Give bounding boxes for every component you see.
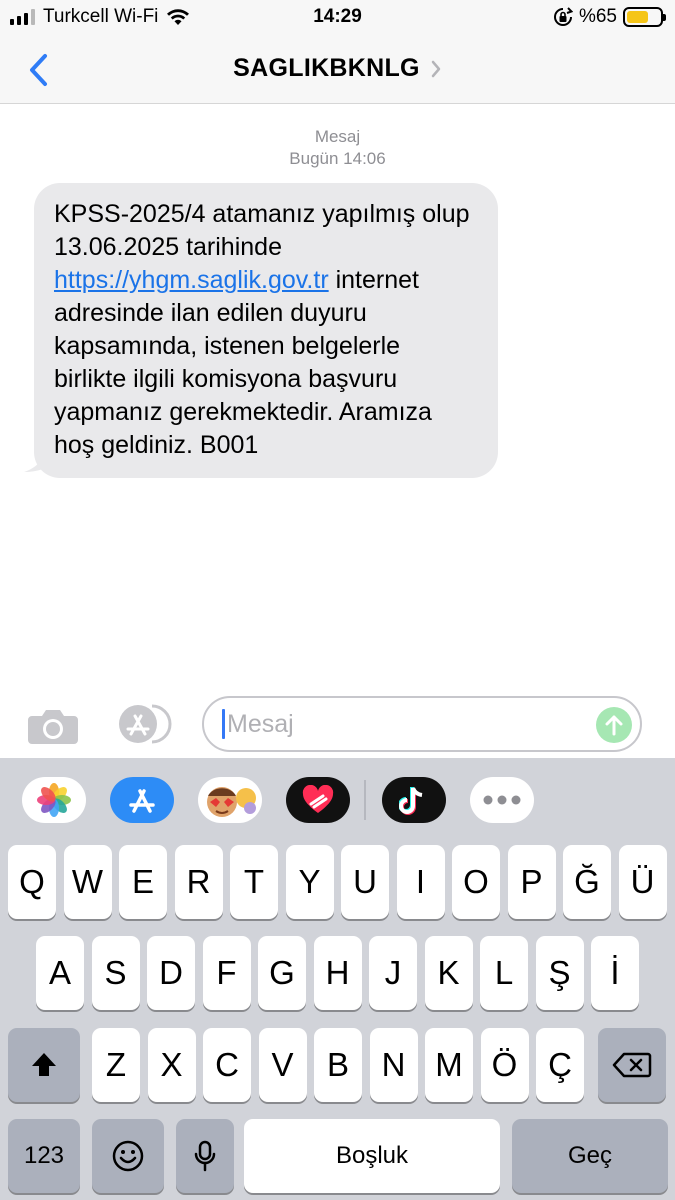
- ellipsis-icon: [483, 795, 521, 805]
- battery-icon: [623, 7, 666, 27]
- status-left: Turkcell Wi-Fi: [10, 6, 190, 28]
- battery-percentage: %65: [578, 6, 617, 27]
- key-2[interactable]: S: [91, 936, 140, 1010]
- arrow-up-icon: [605, 715, 623, 736]
- shift-icon: [32, 1053, 56, 1076]
- date-time-label: Bugün 14:06: [289, 149, 386, 168]
- key-6[interactable]: Y: [285, 845, 334, 919]
- composer-bar: Mesaj: [0, 690, 675, 758]
- microphone-icon: [194, 1140, 216, 1172]
- key-7[interactable]: U: [341, 845, 389, 919]
- space-key[interactable]: Boşluk: [244, 1119, 500, 1193]
- navigation-bar: SAGLIKBKNLG: [0, 36, 675, 104]
- memoji-glyph-icon: [207, 787, 256, 817]
- tiktok-icon[interactable]: [382, 777, 446, 823]
- key-2[interactable]: W: [63, 845, 112, 919]
- key-6[interactable]: N: [369, 1028, 418, 1102]
- incoming-message-bubble[interactable]: KPSS-2025/4 atamanız yapılmış olup 13.06…: [34, 183, 498, 478]
- message-timestamp: Mesaj Bugün 14:06: [0, 126, 675, 170]
- key-4[interactable]: F: [202, 936, 251, 1010]
- message-text-end: internet adresinde ilan edilen duyuru ka…: [54, 266, 432, 459]
- rotation-lock-icon: [554, 7, 573, 26]
- imessage-app-strip: [0, 758, 675, 840]
- send-button[interactable]: [596, 707, 632, 743]
- key-9[interactable]: Ç: [536, 1028, 584, 1102]
- key-4[interactable]: V: [258, 1028, 307, 1102]
- dictation-key[interactable]: [176, 1119, 234, 1193]
- tiktok-glyph-icon: [399, 787, 423, 815]
- numbers-key[interactable]: 123: [8, 1119, 80, 1193]
- key-9[interactable]: L: [480, 936, 528, 1010]
- signal-strength-icon: [10, 9, 35, 25]
- backspace-icon: [612, 1052, 652, 1078]
- key-9[interactable]: O: [452, 845, 500, 919]
- camera-icon[interactable]: [26, 706, 80, 746]
- key-5[interactable]: G: [258, 936, 306, 1010]
- emoji-key[interactable]: [92, 1119, 164, 1193]
- key-10[interactable]: P: [507, 845, 556, 919]
- memoji-icon[interactable]: [198, 777, 262, 823]
- key-4[interactable]: R: [174, 845, 223, 919]
- message-link[interactable]: https://yhgm.saglik.gov.tr: [54, 266, 329, 294]
- key-7[interactable]: J: [369, 936, 417, 1010]
- key-3[interactable]: E: [119, 845, 167, 919]
- message-input[interactable]: Mesaj: [202, 696, 642, 752]
- key-8[interactable]: Ö: [480, 1028, 529, 1102]
- chevron-right-icon: [431, 60, 441, 77]
- key-5[interactable]: B: [314, 1028, 362, 1102]
- return-key[interactable]: Geç: [512, 1119, 668, 1193]
- key-6[interactable]: H: [313, 936, 362, 1010]
- keyboard: QWERTYUIOPĞÜ ASDFGHJKLŞİ ZXCVBNMÖÇ 123 B…: [0, 758, 675, 1200]
- key-8[interactable]: K: [424, 936, 473, 1010]
- wifi-icon: [167, 9, 190, 25]
- app-strip-divider: [364, 780, 366, 820]
- shift-key[interactable]: [8, 1028, 80, 1102]
- battery-level: [627, 11, 648, 23]
- photos-glyph-icon: [37, 783, 71, 817]
- contact-name: SAGLIKBKNLG: [233, 54, 420, 82]
- carrier-label: Turkcell Wi-Fi: [43, 6, 159, 27]
- app-store-glyph-icon: [129, 789, 155, 813]
- more-icon[interactable]: [470, 777, 534, 823]
- status-right: %65: [553, 6, 666, 28]
- key-12[interactable]: Ü: [618, 845, 667, 919]
- key-1[interactable]: A: [36, 936, 84, 1010]
- digital-touch-icon[interactable]: [286, 777, 350, 823]
- message-input-placeholder: Mesaj: [227, 709, 294, 738]
- key-2[interactable]: X: [147, 1028, 196, 1102]
- contact-header[interactable]: SAGLIKBKNLG: [0, 54, 675, 83]
- key-10[interactable]: Ş: [535, 936, 584, 1010]
- status-bar: Turkcell Wi-Fi 14:29 %65: [0, 0, 675, 36]
- service-label: Mesaj: [314, 127, 361, 146]
- key-11[interactable]: Ğ: [563, 845, 611, 919]
- key-1[interactable]: Z: [92, 1028, 140, 1102]
- text-cursor: [222, 709, 225, 739]
- heart-icon: [302, 785, 334, 813]
- backspace-key[interactable]: [598, 1028, 666, 1102]
- message-text-start: KPSS-2025/4 atamanız yapılmış olup 13.06…: [54, 200, 470, 261]
- photos-icon[interactable]: [22, 777, 86, 823]
- key-5[interactable]: T: [230, 845, 278, 919]
- key-3[interactable]: C: [203, 1028, 251, 1102]
- app-store-icon[interactable]: [112, 704, 174, 744]
- key-1[interactable]: Q: [8, 845, 56, 919]
- key-7[interactable]: M: [425, 1028, 473, 1102]
- key-11[interactable]: İ: [591, 936, 639, 1010]
- key-8[interactable]: I: [396, 845, 445, 919]
- smiley-icon: [112, 1140, 144, 1172]
- key-3[interactable]: D: [147, 936, 195, 1010]
- app-store-app-icon[interactable]: [110, 777, 174, 823]
